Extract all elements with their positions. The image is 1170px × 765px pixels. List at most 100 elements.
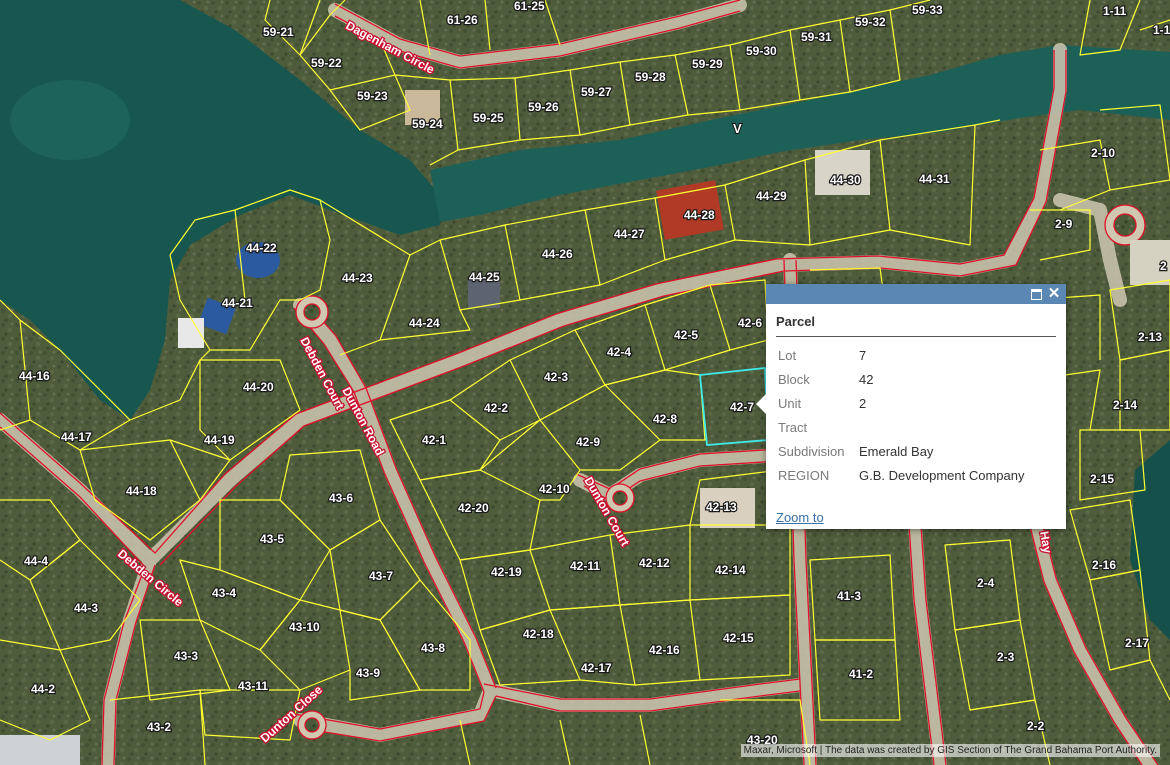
attr-value: 7	[859, 347, 867, 363]
attr-row-block: Block 42	[778, 367, 1024, 391]
lot-label: 59-27	[581, 85, 612, 99]
lot-label: 59-22	[311, 56, 342, 70]
attr-key: Subdivision	[778, 443, 845, 459]
close-icon[interactable]: ✕	[1046, 286, 1062, 302]
lot-label: 2-16	[1092, 558, 1116, 572]
lot-label: 42-15	[723, 631, 754, 645]
attr-key: Unit	[778, 395, 802, 411]
lot-label: 59-24	[412, 117, 443, 131]
lot-label: 44-24	[409, 316, 440, 330]
map-attribution: Maxar, Microsoft | The data was created …	[740, 744, 1160, 757]
lot-label: 43-2	[147, 720, 171, 734]
lot-label: 2-4	[977, 576, 995, 590]
lot-label: 43-3	[174, 649, 198, 663]
lot-label: 42-19	[491, 565, 522, 579]
lot-label: 59-25	[473, 111, 504, 125]
lot-label: 44-20	[243, 380, 274, 394]
lot-label: 2-2	[1027, 719, 1045, 733]
lot-label: 42-16	[649, 643, 680, 657]
attr-row-unit: Unit 2	[778, 391, 1024, 415]
lot-label: 43-8	[421, 641, 445, 655]
lot-label: 44-29	[756, 189, 787, 203]
lot-label: 43-11	[238, 679, 268, 693]
water-label: V	[733, 121, 742, 136]
lot-label: 43-7	[369, 569, 393, 583]
parcel-attributes-table: Lot 7 Block 42 Unit 2 Tract Subdivision Emer…	[778, 343, 1024, 487]
attr-key: Block	[778, 371, 810, 387]
lot-label: 42-6	[738, 316, 762, 330]
lot-label: 59-32	[855, 15, 886, 29]
attr-value: 2	[859, 395, 867, 411]
lot-label: 44-31	[919, 172, 950, 186]
lot-label: 44-4	[24, 554, 48, 568]
lot-label: 2-3	[997, 650, 1015, 664]
lot-label: 42-9	[576, 435, 600, 449]
popup-pointer	[756, 394, 766, 414]
lot-label: 44-30	[830, 173, 861, 187]
water-highlight	[10, 80, 130, 160]
lot-label: 2-17	[1125, 636, 1149, 650]
lot-label: 59-21	[263, 25, 294, 39]
lot-label: 44-16	[19, 369, 50, 383]
lot-label: 2-9	[1055, 217, 1073, 231]
lot-label: 43-9	[356, 666, 380, 680]
parcel-popup: ✕ Parcel Lot 7 Block 42 Unit 2 Tract Subdiv…	[756, 284, 1066, 529]
lot-label: 2-14	[1113, 398, 1137, 412]
lot-label: 44-26	[542, 247, 573, 261]
lot-label: 42-13	[706, 500, 737, 514]
lot-label: 2	[1160, 259, 1167, 273]
lot-label: 44-19	[204, 433, 235, 447]
attr-key: REGION	[778, 467, 830, 483]
lot-label: 42-8	[653, 412, 677, 426]
attr-value: G.B. Development Company	[859, 467, 1025, 483]
attr-row-tract: Tract	[778, 415, 1024, 439]
lot-label: 43-6	[329, 491, 353, 505]
lot-label: 59-28	[635, 70, 666, 84]
lot-label: 44-27	[614, 227, 645, 241]
lot-label: 42-7	[730, 400, 754, 414]
lot-label: 42-10	[539, 482, 570, 496]
lot-label: 61-26	[447, 13, 478, 27]
attr-value: 42	[859, 371, 874, 387]
lot-label: 2-13	[1138, 330, 1162, 344]
lot-label: 43-5	[260, 532, 284, 546]
attr-key: Lot	[778, 347, 797, 363]
maximize-icon[interactable]	[1028, 286, 1044, 302]
attr-value	[859, 415, 1024, 439]
attr-row-subdivision: Subdivision Emerald Bay	[778, 439, 1024, 463]
lot-label: 61-25	[514, 0, 545, 13]
lot-label: 44-3	[74, 601, 98, 615]
lot-label: 44-18	[126, 484, 157, 498]
lot-label: 44-23	[342, 271, 373, 285]
lot-label: 42-12	[639, 556, 670, 570]
popup-title: Parcel	[776, 314, 1056, 337]
lot-label: 42-3	[544, 370, 568, 384]
lot-label: 59-30	[746, 44, 777, 58]
lot-label: 42-2	[484, 401, 508, 415]
attr-value: Emerald Bay	[859, 443, 934, 459]
lot-label: 44-17	[61, 430, 92, 444]
lot-label: 59-26	[528, 100, 559, 114]
attr-row-region: REGION G.B. Development Company	[778, 463, 1024, 487]
lot-label: 41-3	[837, 589, 861, 603]
attr-row-lot: Lot 7	[778, 343, 1024, 367]
zoom-to-link[interactable]: Zoom to	[776, 510, 824, 525]
lot-label: 1-11	[1103, 4, 1127, 18]
lot-label: 43-4	[212, 586, 236, 600]
lot-label: 43-10	[289, 620, 320, 634]
lot-label: 2-15	[1090, 472, 1114, 486]
lot-label: 42-1	[422, 433, 446, 447]
lot-label: 59-31	[801, 30, 832, 44]
lot-label: 42-18	[523, 627, 554, 641]
lot-label: 59-23	[357, 89, 388, 103]
lot-label: 2-10	[1091, 146, 1115, 160]
lot-label: 42-11	[570, 559, 600, 573]
lot-label: 44-22	[246, 241, 277, 255]
lot-label: 59-33	[912, 3, 943, 17]
lot-label: 44-28	[684, 208, 715, 222]
lot-label: 59-29	[692, 57, 723, 71]
lot-label: 42-17	[581, 661, 612, 675]
attr-key: Tract	[778, 419, 808, 435]
lot-label: 42-20	[458, 501, 489, 515]
lot-label: 41-2	[849, 667, 873, 681]
